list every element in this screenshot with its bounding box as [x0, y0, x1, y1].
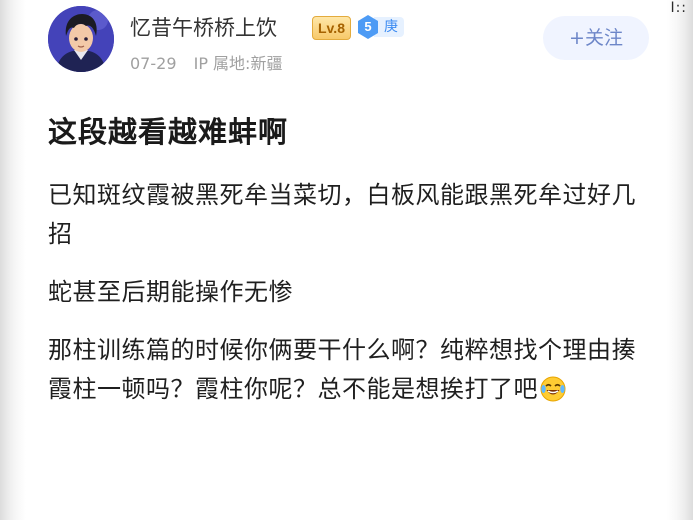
- left-page-edge: [0, 0, 26, 520]
- rank-number: 5: [364, 19, 372, 34]
- author-name[interactable]: 忆昔午桥桥上饮: [130, 12, 277, 42]
- post-content: 这段越看越难蚌啊 已知斑纹霞被黑死牟当菜切，白板风能跟黑死牟过好几招 蛇甚至后期…: [48, 110, 653, 433]
- level-badge: Lv.8: [312, 16, 351, 40]
- laughing-crying-emoji-icon: [540, 375, 566, 414]
- post-paragraph-1: 已知斑纹霞被黑死牟当菜切，白板风能跟黑死牟过好几招: [48, 181, 636, 248]
- ip-location: IP 属地:新疆: [193, 54, 283, 73]
- avatar[interactable]: [48, 6, 114, 72]
- right-page-edge: [667, 0, 693, 520]
- post-title: 这段越看越难蚌啊: [48, 115, 289, 149]
- follow-button[interactable]: +关注: [543, 16, 649, 60]
- post-date: 07-29: [130, 54, 177, 73]
- post-paragraph-2: 蛇甚至后期能操作无惨: [48, 278, 293, 306]
- post-meta: 07-29 IP 属地:新疆: [130, 50, 282, 74]
- post-header: 忆昔午桥桥上饮 Lv.8 庚 5 07-29 IP 属地:新疆 +关注: [44, 4, 653, 76]
- corner-indicator: I::: [670, 0, 687, 16]
- post-paragraph-3: 那柱训练篇的时候你俩要干什么啊？纯粹想找个理由揍霞柱一顿吗？霞柱你呢？总不能是想…: [48, 331, 653, 414]
- hexagon-rank-icon: 5: [356, 14, 380, 40]
